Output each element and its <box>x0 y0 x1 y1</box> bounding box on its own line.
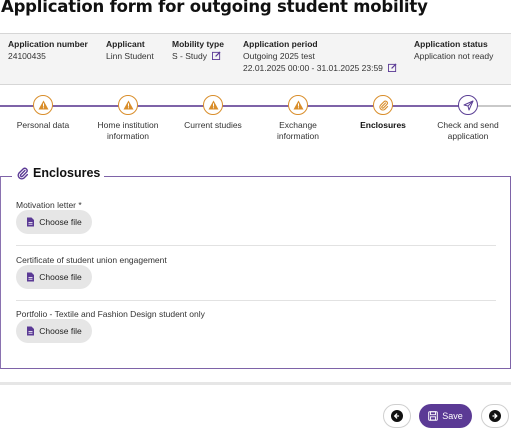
step-personal-data[interactable]: Personal data <box>0 92 88 131</box>
warning-icon <box>208 100 218 110</box>
application-period-dates: 22.01.2025 00:00 - 31.01.2025 23:59 <box>243 63 383 73</box>
file-icon <box>27 217 35 227</box>
field-label: Motivation letter * <box>16 200 82 210</box>
file-icon <box>27 272 35 282</box>
warning-icon <box>293 100 303 110</box>
enclosure-certificate: Certificate of student union engagement … <box>16 255 496 289</box>
enclosures-heading: Enclosures <box>12 166 105 180</box>
previous-button[interactable] <box>383 404 411 428</box>
summary-application-period: Application period Outgoing 2025 test 22… <box>243 38 397 74</box>
choose-file-button[interactable]: Choose file <box>16 319 92 343</box>
file-icon <box>27 326 35 336</box>
step-label-line1: Personal data <box>16 120 70 130</box>
summary-applicant: Applicant Linn Student <box>106 38 154 62</box>
step-label-line1: Enclosures <box>360 120 406 130</box>
application-number-label: Application number <box>8 39 88 49</box>
enclosure-motivation-letter: Motivation letter * Choose file <box>16 200 496 234</box>
progress-steps: Personal data Home institution informati… <box>0 92 511 152</box>
choose-file-button[interactable]: Choose file <box>16 265 92 289</box>
step-exchange-information[interactable]: Exchange information <box>253 92 343 142</box>
step-enclosures[interactable]: Enclosures <box>338 92 428 131</box>
application-period-label: Application period <box>243 39 318 49</box>
edit-icon[interactable] <box>388 63 397 72</box>
save-icon <box>428 411 439 421</box>
edit-icon[interactable] <box>212 51 221 60</box>
arrow-right-icon <box>489 410 501 422</box>
application-period-name: Outgoing 2025 test <box>243 51 315 61</box>
choose-file-label: Choose file <box>39 326 82 336</box>
application-number-value: 24100435 <box>8 51 46 61</box>
page-title: Application form for outgoing student mo… <box>1 0 428 16</box>
field-label: Certificate of student union engagement <box>16 255 167 265</box>
step-label-line1: Current studies <box>184 120 242 130</box>
mobility-type-value: S - Study <box>172 51 207 61</box>
next-button[interactable] <box>481 404 509 428</box>
enclosure-portfolio: Portfolio - Textile and Fashion Design s… <box>16 309 496 343</box>
application-status-label: Application status <box>414 39 488 49</box>
application-status-value: Application not ready <box>414 51 494 61</box>
step-check-and-send[interactable]: Check and send application <box>423 92 511 142</box>
mobility-type-label: Mobility type <box>172 39 224 49</box>
summary-mobility-type: Mobility type S - Study <box>172 38 224 62</box>
field-divider <box>16 245 496 246</box>
arrow-left-icon <box>391 410 403 422</box>
choose-file-button[interactable]: Choose file <box>16 210 92 234</box>
step-label-line2: information <box>106 131 150 141</box>
send-icon <box>463 100 473 110</box>
field-divider <box>16 300 496 301</box>
step-label-line2: application <box>447 131 489 141</box>
choose-file-label: Choose file <box>39 272 82 282</box>
step-label-line1: Check and send <box>437 120 499 130</box>
summary-application-status: Application status Application not ready <box>414 38 493 62</box>
warning-icon <box>38 100 48 110</box>
enclosures-title: Enclosures <box>33 166 101 180</box>
step-home-institution[interactable]: Home institution information <box>83 92 173 142</box>
summary-application-number: Application number 24100435 <box>8 38 88 62</box>
step-label-line2: information <box>276 131 320 141</box>
warning-icon <box>123 100 133 110</box>
application-page: Application form for outgoing student mo… <box>0 0 511 430</box>
save-button[interactable]: Save <box>419 404 472 428</box>
step-current-studies[interactable]: Current studies <box>168 92 258 131</box>
application-summary: Application number 24100435 Applicant Li… <box>0 33 511 85</box>
paperclip-icon <box>17 167 29 179</box>
paperclip-icon <box>378 100 388 111</box>
field-label: Portfolio - Textile and Fashion Design s… <box>16 309 205 319</box>
step-label-line1: Exchange <box>279 120 317 130</box>
applicant-label: Applicant <box>106 39 145 49</box>
choose-file-label: Choose file <box>39 217 82 227</box>
step-label-line1: Home institution <box>97 120 159 130</box>
applicant-value: Linn Student <box>106 51 154 61</box>
save-label: Save <box>442 411 463 421</box>
